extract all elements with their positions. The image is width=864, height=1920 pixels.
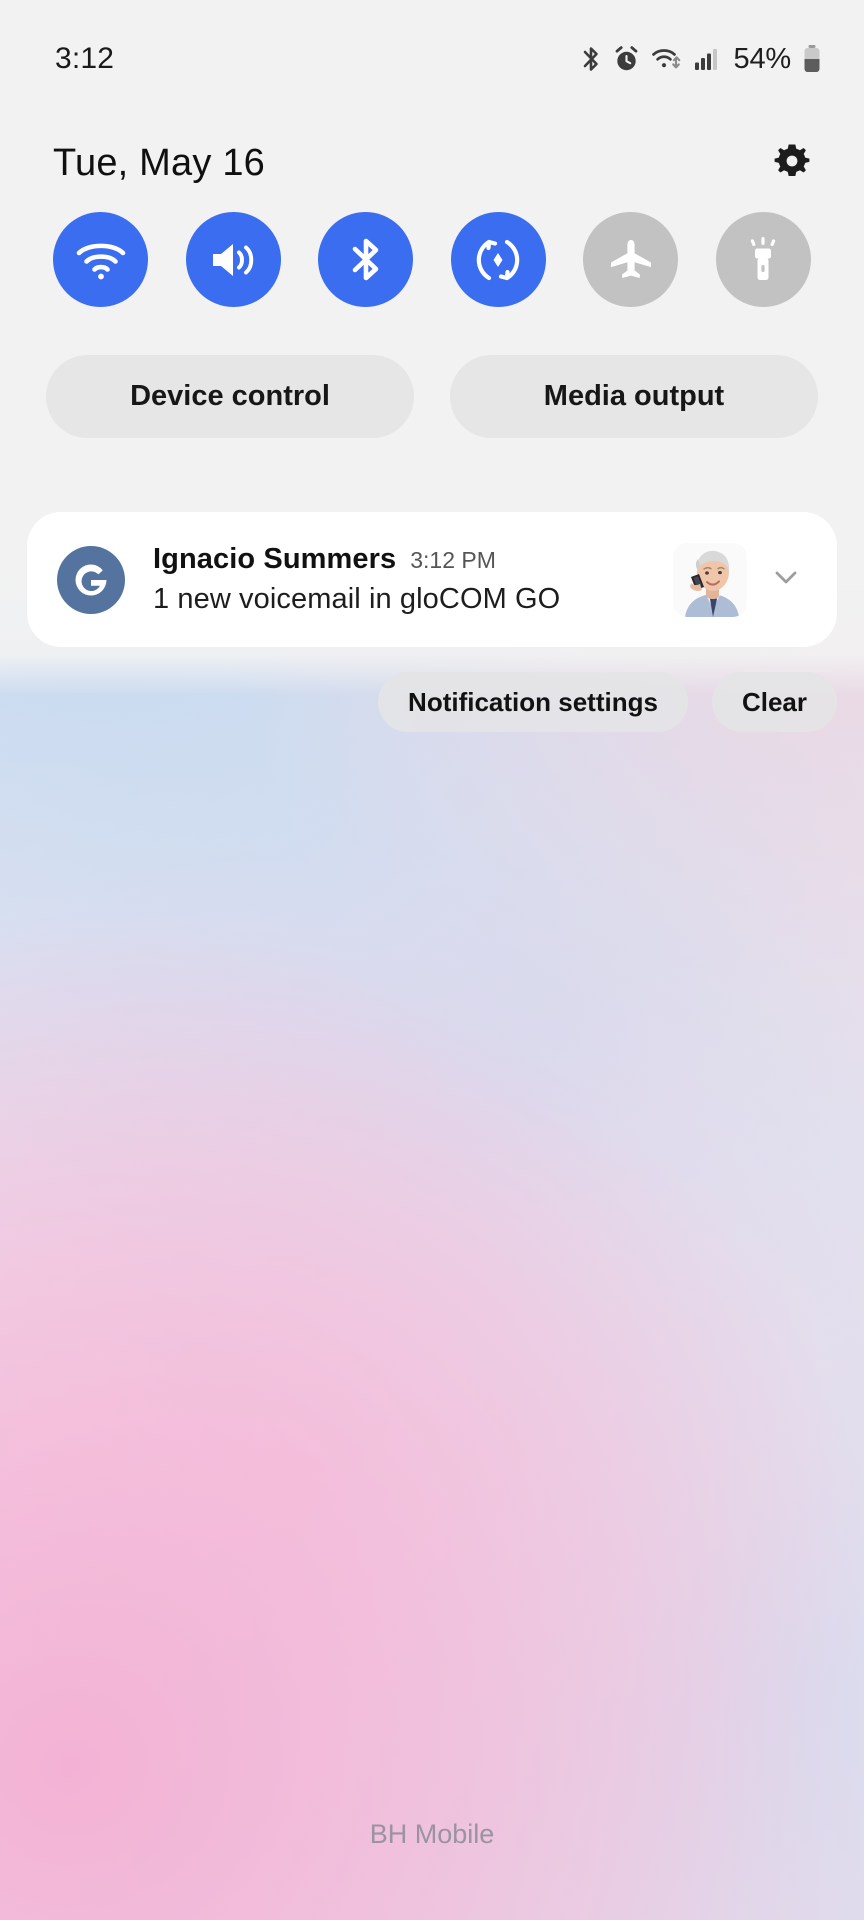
notification-timestamp: 3:12 PM — [410, 547, 496, 573]
toggle-airplane-mode[interactable] — [583, 212, 679, 307]
toggle-flashlight[interactable] — [715, 212, 811, 307]
shade-pill-buttons: Device control Media output — [0, 355, 864, 438]
expand-notification-button[interactable] — [757, 551, 815, 609]
bluetooth-icon — [580, 45, 602, 73]
notification-settings-button[interactable]: Notification settings — [378, 672, 688, 732]
wifi-icon — [74, 237, 128, 283]
notification-text-block: Ignacio Summers 3:12 PM 1 new voicemail … — [153, 543, 673, 616]
app-icon-glocom-go — [57, 545, 125, 614]
battery-percentage: 54% — [733, 42, 792, 75]
gear-icon — [770, 139, 814, 188]
status-bar-icons: 54% — [580, 43, 822, 76]
airplane-icon — [606, 236, 656, 284]
battery-icon — [802, 44, 822, 74]
quick-settings-toggles — [0, 212, 864, 307]
clear-notifications-button[interactable]: Clear — [711, 672, 837, 732]
flashlight-icon — [741, 234, 785, 286]
toggle-bluetooth[interactable] — [318, 212, 414, 307]
wifi-icon — [651, 45, 683, 73]
volume-icon — [207, 237, 259, 283]
date-row: Tue, May 16 — [0, 118, 864, 208]
letter-g-glyph — [75, 564, 107, 595]
notification-actions: Notification settings Clear — [378, 672, 837, 732]
auto-rotate-icon — [473, 235, 523, 285]
contact-photo-thumbnail — [673, 542, 747, 617]
notification-header-line: Ignacio Summers 3:12 PM — [153, 543, 673, 576]
notification-title: Ignacio Summers — [153, 543, 397, 575]
carrier-label: BH Mobile — [369, 1819, 495, 1849]
bluetooth-icon — [346, 235, 386, 285]
status-bar: 3:12 54% — [0, 0, 864, 118]
settings-button[interactable] — [766, 137, 818, 189]
toggle-auto-rotate[interactable] — [450, 212, 546, 307]
device-control-button[interactable]: Device control — [46, 355, 414, 438]
status-bar-clock: 3:12 — [55, 42, 115, 75]
cellular-signal-icon — [694, 45, 720, 73]
chevron-down-icon — [769, 560, 803, 599]
notification-card[interactable]: Ignacio Summers 3:12 PM 1 new voicemail … — [27, 512, 837, 647]
media-output-button[interactable]: Media output — [450, 355, 818, 438]
alarm-icon — [613, 45, 640, 73]
date-label: Tue, May 16 — [53, 141, 265, 184]
notification-body: 1 new voicemail in gloCOM GO — [153, 583, 561, 615]
toggle-sound[interactable] — [185, 212, 281, 307]
toggle-wifi[interactable] — [53, 212, 148, 307]
